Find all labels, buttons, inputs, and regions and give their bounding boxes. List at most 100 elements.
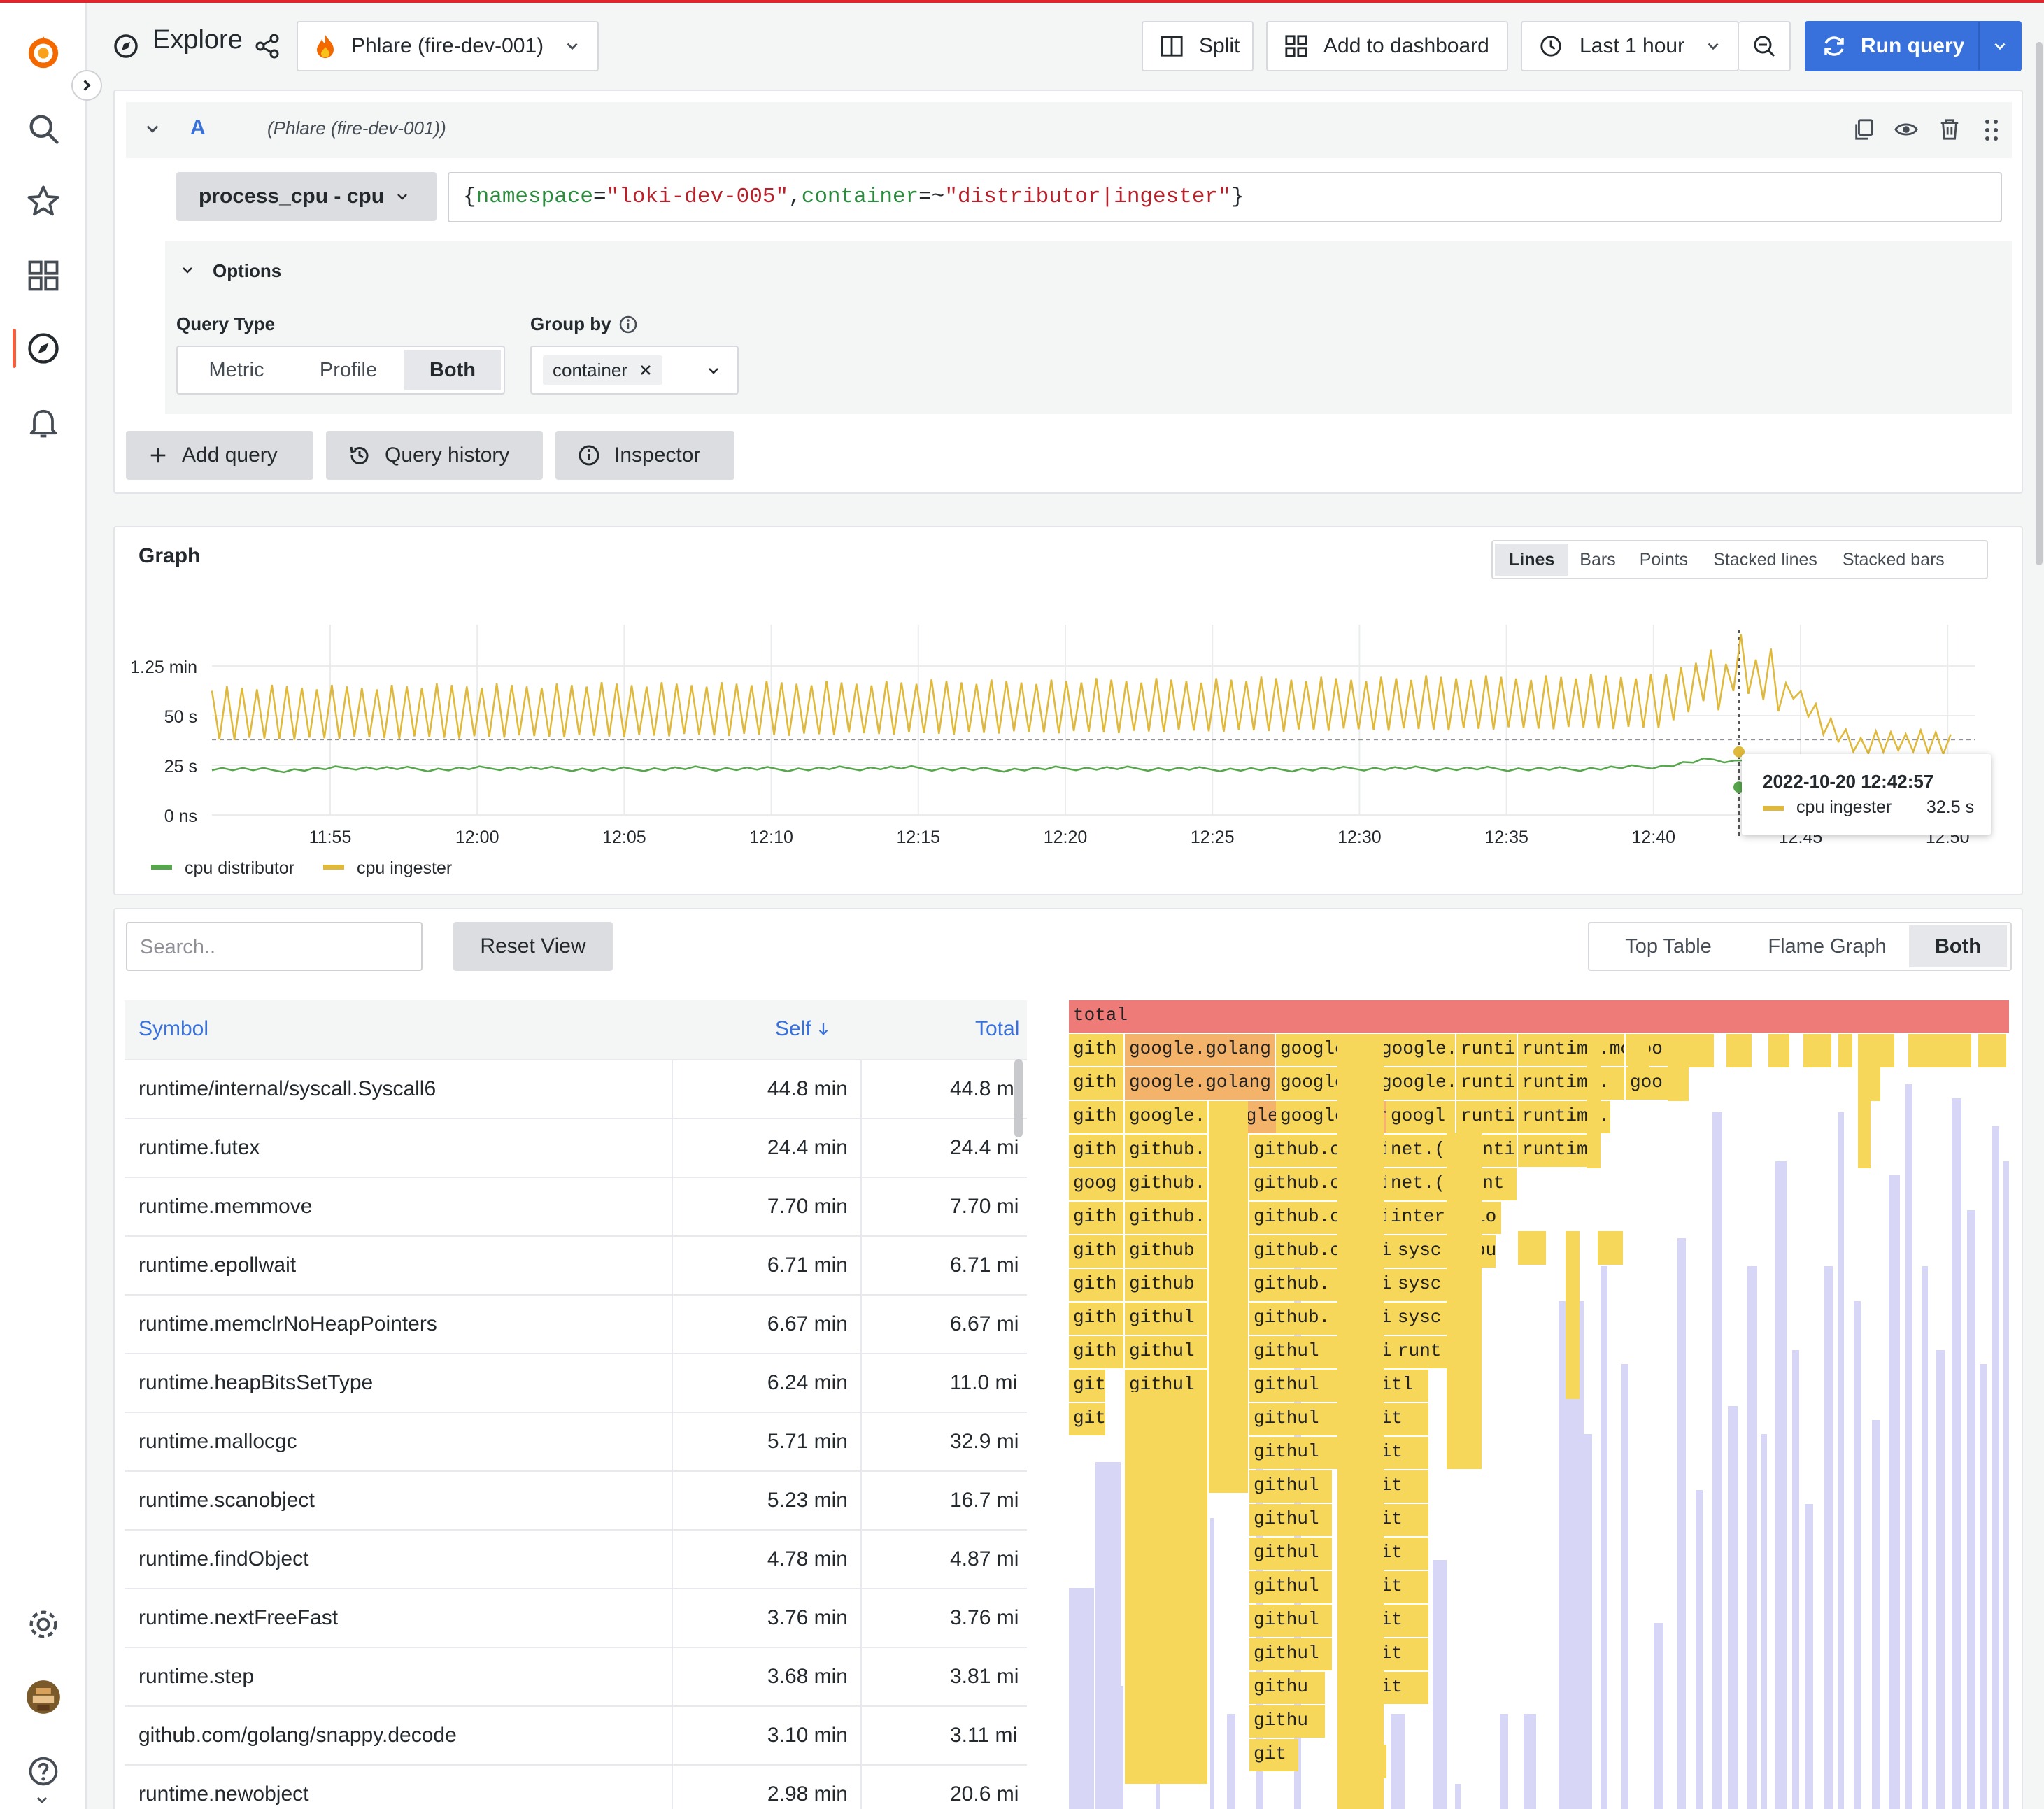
split-button[interactable]: Split	[1142, 21, 1254, 71]
flame-frame[interactable]: runtime.	[1518, 1067, 1624, 1100]
flame-frame[interactable]: runtime.mc	[1518, 1034, 1624, 1066]
datasource-picker[interactable]: Phlare (fire-dev-001)	[297, 21, 599, 71]
drag-handle-icon[interactable]	[1981, 118, 2002, 143]
settings-gear-icon[interactable]	[21, 1602, 66, 1647]
column-self-header[interactable]: Self	[775, 1017, 830, 1041]
flame-frame[interactable]: gith	[1069, 1303, 1123, 1335]
delete-query-trash-icon[interactable]	[1938, 118, 1963, 143]
flame-frame[interactable]: google.golang.org/grpc.(*Ser	[1125, 1034, 1275, 1066]
flame-frame[interactable]: git	[1069, 1403, 1105, 1435]
flame-frame[interactable]: githu	[1249, 1705, 1325, 1738]
flame-frame[interactable]: github.	[1125, 1202, 1207, 1234]
help-icon[interactable]	[21, 1749, 66, 1794]
flame-frame[interactable]: runti	[1456, 1101, 1517, 1133]
flame-frame[interactable]: githul	[1125, 1336, 1207, 1368]
table-scrollbar[interactable]	[1014, 1059, 1023, 1137]
query-type-both[interactable]: Both	[404, 350, 501, 390]
flame-frame[interactable]: git	[1249, 1739, 1298, 1771]
inspector-button[interactable]: Inspector	[555, 431, 734, 480]
run-query-dropdown[interactable]	[1978, 22, 2020, 70]
flame-frame[interactable]: githul	[1249, 1638, 1332, 1670]
search-icon[interactable]	[21, 106, 66, 151]
remove-chip-icon[interactable]	[639, 363, 653, 377]
table-row[interactable]: runtime.memmove 7.70 min 7.70 mi	[125, 1177, 1027, 1237]
flame-frame[interactable]: git	[1069, 1370, 1105, 1402]
query-type-metric[interactable]: Metric	[180, 350, 292, 390]
flame-frame[interactable]: runti	[1456, 1067, 1517, 1100]
flame-frame[interactable]: net.(	[1386, 1168, 1447, 1200]
flame-frame[interactable]: googl	[1386, 1101, 1455, 1133]
flame-frame[interactable]: github.	[1125, 1168, 1207, 1200]
flame-frame[interactable]: runtim	[1518, 1135, 1594, 1167]
table-row[interactable]: runtime.nextFreeFast 3.76 min 3.76 mi	[125, 1588, 1027, 1648]
grafana-logo-icon[interactable]	[21, 31, 66, 76]
flame-frame[interactable]: githul	[1249, 1504, 1332, 1536]
flame-frame[interactable]: gith	[1069, 1269, 1123, 1301]
flame-frame[interactable]: gith	[1069, 1336, 1123, 1368]
flame-frame[interactable]: gith	[1069, 1067, 1123, 1100]
table-row[interactable]: runtime/internal/syscall.Syscall6 44.8 mi…	[125, 1059, 1027, 1119]
view-top-table[interactable]: Top Table	[1591, 925, 1745, 967]
add-to-dashboard-button[interactable]: Add to dashboard	[1266, 21, 1508, 71]
query-history-button[interactable]: Query history	[326, 431, 543, 480]
zoom-out-button[interactable]	[1739, 21, 1791, 71]
run-query-button[interactable]: Run query	[1805, 21, 2022, 71]
flame-frame[interactable]: githul	[1125, 1303, 1207, 1335]
dashboards-icon[interactable]	[21, 253, 66, 298]
flame-frame[interactable]: google.	[1125, 1101, 1207, 1133]
table-row[interactable]: runtime.mallocgc 5.71 min 32.9 mi	[125, 1412, 1027, 1472]
page-scrollbar[interactable]	[2036, 42, 2043, 565]
hide-query-eye-icon[interactable]	[1894, 118, 1919, 143]
column-total-header[interactable]: Total	[975, 1017, 1019, 1041]
flame-frame[interactable]: gith	[1069, 1101, 1123, 1133]
flame-frame[interactable]: githul	[1249, 1470, 1332, 1503]
flame-frame[interactable]: google.	[1377, 1034, 1455, 1066]
flame-frame[interactable]: inter	[1386, 1202, 1447, 1234]
table-row[interactable]: runtime.epollwait 6.71 min 6.71 mi	[125, 1235, 1027, 1296]
graph-style-lines[interactable]: Lines	[1495, 544, 1569, 576]
flame-frame[interactable]: gith	[1069, 1202, 1123, 1234]
table-row[interactable]: runtime.heapBitsSetType 6.24 min 11.0 mi	[125, 1353, 1027, 1413]
view-flame-graph[interactable]: Flame Graph	[1745, 925, 1909, 967]
column-symbol-header[interactable]: Symbol	[139, 1017, 208, 1041]
profile-type-selector[interactable]: process_cpu - cpu	[176, 172, 437, 221]
flame-frame[interactable]: github.	[1125, 1135, 1207, 1167]
share-icon[interactable]	[253, 32, 281, 60]
flame-frame[interactable]: runt	[1393, 1336, 1447, 1368]
flame-frame[interactable]: net.(	[1386, 1135, 1447, 1167]
symbol-search-input[interactable]: Search..	[126, 922, 423, 971]
table-row[interactable]: runtime.memclrNoHeapPointers 6.67 min 6.67…	[125, 1294, 1027, 1354]
reset-view-button[interactable]: Reset View	[453, 922, 613, 971]
table-row[interactable]: runtime.scanobject 5.23 min 16.7 mi	[125, 1470, 1027, 1531]
graph-style-bars[interactable]: Bars	[1568, 544, 1626, 576]
time-range-picker[interactable]: Last 1 hour	[1521, 21, 1739, 71]
table-row[interactable]: runtime.futex 24.4 min 24.4 mi	[125, 1118, 1027, 1178]
flame-frame[interactable]: github	[1125, 1269, 1207, 1301]
table-row[interactable]: runtime.newobject 2.98 min 20.6 mi	[125, 1764, 1027, 1809]
table-row[interactable]: runtime.step 3.68 min 3.81 mi	[125, 1647, 1027, 1707]
user-avatar[interactable]	[21, 1675, 66, 1719]
flame-frame[interactable]: githul	[1249, 1571, 1332, 1603]
explore-compass-icon[interactable]	[21, 326, 66, 371]
graph-style-stacked-bars[interactable]: Stacked bars	[1830, 544, 1957, 576]
flame-frame[interactable]: gith	[1069, 1034, 1123, 1066]
view-both[interactable]: Both	[1909, 925, 2007, 967]
options-toggle[interactable]: Options	[213, 260, 281, 282]
table-row[interactable]: github.com/golang/snappy.decode 3.10 min 3…	[125, 1705, 1027, 1766]
query-ref-id[interactable]: A	[190, 116, 206, 140]
flame-frame[interactable]: githul	[1249, 1605, 1332, 1637]
label-selector-input[interactable]: {namespace="loki-dev-005",container=~"di…	[448, 172, 2002, 222]
flame-frame[interactable]: sysc	[1393, 1269, 1447, 1301]
flame-frame[interactable]: github	[1125, 1235, 1207, 1268]
chevron-down-icon[interactable]	[180, 263, 194, 277]
flame-frame[interactable]: githul	[1249, 1538, 1332, 1570]
add-query-button[interactable]: Add query	[126, 431, 313, 480]
flame-frame[interactable]: sysc	[1393, 1303, 1447, 1335]
flame-frame[interactable]: goog	[1069, 1168, 1123, 1200]
graph-style-stacked-lines[interactable]: Stacked lines	[1701, 544, 1830, 576]
flame-frame[interactable]: gith	[1069, 1235, 1123, 1268]
flame-frame[interactable]: gith	[1069, 1135, 1123, 1167]
group-by-select[interactable]: container	[530, 346, 739, 395]
flame-root-frame[interactable]: total	[1069, 1000, 2009, 1033]
flame-frame[interactable]: goo	[1626, 1067, 1669, 1100]
